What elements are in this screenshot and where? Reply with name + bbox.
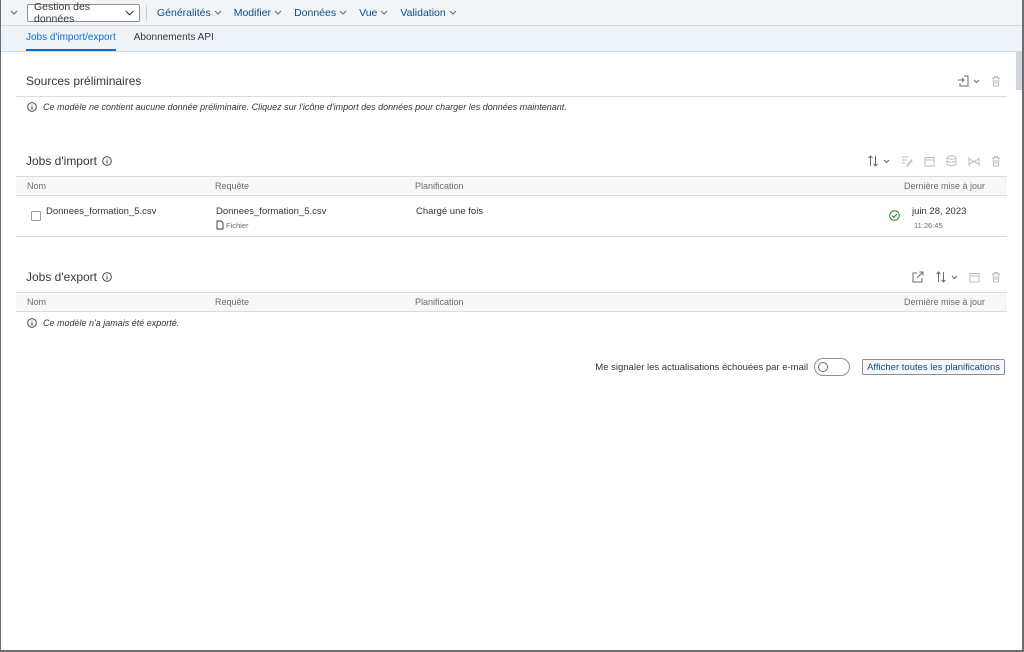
info-icon[interactable] bbox=[102, 272, 112, 282]
export-icon[interactable] bbox=[912, 271, 924, 283]
mapping-icon[interactable] bbox=[968, 156, 980, 167]
import-jobs-title-text: Jobs d'import bbox=[26, 154, 97, 168]
job-query-type: Fichier bbox=[216, 220, 326, 230]
job-last-update: juin 28, 2023 11:26:45 bbox=[912, 206, 966, 230]
job-query: Donnees_formation_5.csv Fichier bbox=[216, 206, 326, 230]
sort-button[interactable] bbox=[867, 155, 890, 167]
sources-title: Sources préliminaires bbox=[16, 74, 141, 88]
sources-divider bbox=[16, 96, 1007, 97]
job-time: 11:26:45 bbox=[914, 221, 943, 230]
delete-icon[interactable] bbox=[991, 271, 1001, 283]
menu-vue[interactable]: Vue bbox=[359, 7, 388, 19]
menu-label: Généralités bbox=[157, 6, 211, 19]
info-icon bbox=[27, 318, 37, 328]
calendar-icon[interactable] bbox=[969, 272, 980, 283]
chevron-down-icon bbox=[883, 159, 890, 163]
tab-api-subscriptions[interactable]: Abonnements API bbox=[134, 26, 214, 51]
import-icon bbox=[958, 75, 969, 87]
chevron-down-icon bbox=[214, 10, 222, 15]
menu-label: Modifier bbox=[233, 6, 272, 19]
menu-donnees[interactable]: Données bbox=[294, 7, 347, 19]
sources-section-header: Sources préliminaires bbox=[16, 74, 1007, 88]
chevron-down-icon bbox=[125, 10, 134, 16]
delete-icon[interactable] bbox=[991, 155, 1001, 167]
calendar-icon[interactable] bbox=[924, 156, 935, 167]
chevron-down-icon bbox=[381, 10, 388, 15]
menu-validation[interactable]: Validation bbox=[400, 6, 457, 19]
exports-info: Ce modèle n'a jamais été exporté. bbox=[27, 318, 179, 328]
info-icon bbox=[27, 102, 37, 112]
chevron-down-icon bbox=[973, 79, 980, 83]
export-table-header: Nom Requête Planification Dernière mise … bbox=[16, 292, 1007, 312]
menu-label: Validation bbox=[400, 6, 446, 19]
toolbar-separator bbox=[146, 4, 147, 21]
row-checkbox[interactable] bbox=[31, 211, 41, 221]
sort-button[interactable] bbox=[935, 271, 958, 283]
sources-info-text: Ce modèle ne contient aucune donnée prél… bbox=[43, 102, 567, 112]
export-jobs-tools bbox=[912, 271, 1007, 283]
col-name[interactable]: Nom bbox=[27, 181, 46, 191]
job-schedule: Chargé une fois bbox=[416, 206, 484, 217]
export-jobs-title-text: Jobs d'export bbox=[26, 270, 97, 284]
vertical-scrollbar[interactable] bbox=[1016, 52, 1022, 90]
chevron-down-icon bbox=[339, 10, 347, 15]
col-schedule[interactable]: Planification bbox=[415, 181, 464, 191]
export-jobs-header: Jobs d'export bbox=[16, 270, 1007, 284]
email-notify-toggle[interactable] bbox=[814, 358, 851, 376]
database-icon[interactable] bbox=[946, 155, 957, 167]
menu-generalites[interactable]: Généralités bbox=[157, 7, 222, 19]
col-last-update[interactable]: Dernière mise à jour bbox=[904, 181, 985, 191]
sort-icon bbox=[868, 155, 878, 167]
col-query[interactable]: Requête bbox=[215, 297, 249, 307]
delete-icon[interactable] bbox=[991, 75, 1001, 87]
sources-title-text: Sources préliminaires bbox=[26, 74, 142, 88]
info-icon[interactable] bbox=[102, 156, 112, 166]
col-schedule[interactable]: Planification bbox=[415, 297, 464, 307]
import-table-header: Nom Requête Planification Dernière mise … bbox=[16, 176, 1007, 196]
col-name[interactable]: Nom bbox=[27, 297, 46, 307]
col-query[interactable]: Requête bbox=[215, 181, 249, 191]
import-jobs-header: Jobs d'import bbox=[16, 154, 1007, 168]
chevron-down-icon bbox=[951, 275, 958, 279]
import-jobs-title: Jobs d'import bbox=[16, 154, 112, 168]
success-icon bbox=[889, 210, 900, 221]
menu-label: Vue bbox=[359, 6, 378, 19]
notification-bar: Me signaler les actualisations échouées … bbox=[595, 358, 1005, 376]
toggle-knob bbox=[818, 362, 829, 372]
menu-label: Données bbox=[294, 6, 337, 19]
mode-select-value: Gestion des données bbox=[34, 0, 91, 25]
collapse-toolbar-icon[interactable] bbox=[7, 6, 21, 20]
job-query-name: Donnees_formation_5.csv bbox=[216, 206, 327, 217]
chevron-down-icon bbox=[449, 10, 457, 15]
menu-modifier[interactable]: Modifier bbox=[234, 7, 282, 19]
email-notify-label: Me signaler les actualisations échouées … bbox=[595, 361, 809, 373]
sort-icon bbox=[936, 271, 946, 283]
edit-icon[interactable] bbox=[901, 155, 913, 167]
import-jobs-tools bbox=[867, 155, 1007, 167]
job-name: Donnees_formation_5.csv bbox=[46, 206, 157, 217]
show-all-schedules-button[interactable]: Afficher toutes les planifications bbox=[862, 359, 1005, 375]
import-row-divider bbox=[16, 236, 1007, 237]
tab-bar: Jobs d'import/export Abonnements API bbox=[1, 26, 1022, 52]
exports-info-text: Ce modèle n'a jamais été exporté. bbox=[43, 318, 180, 328]
job-query-type-text: Fichier bbox=[226, 220, 249, 230]
top-toolbar: Gestion des données Généralités Modifier… bbox=[1, 0, 1022, 26]
tab-import-export-jobs[interactable]: Jobs d'import/export bbox=[26, 26, 116, 51]
file-icon bbox=[216, 220, 224, 230]
export-jobs-title: Jobs d'export bbox=[16, 270, 112, 284]
sources-info: Ce modèle ne contient aucune donnée prél… bbox=[27, 102, 567, 112]
sources-tools bbox=[957, 75, 1007, 87]
col-last-update[interactable]: Dernière mise à jour bbox=[904, 297, 985, 307]
job-date: juin 28, 2023 bbox=[912, 206, 967, 217]
chevron-down-icon bbox=[274, 10, 282, 15]
mode-select[interactable]: Gestion des données bbox=[27, 0, 140, 25]
import-data-button[interactable] bbox=[957, 75, 980, 87]
